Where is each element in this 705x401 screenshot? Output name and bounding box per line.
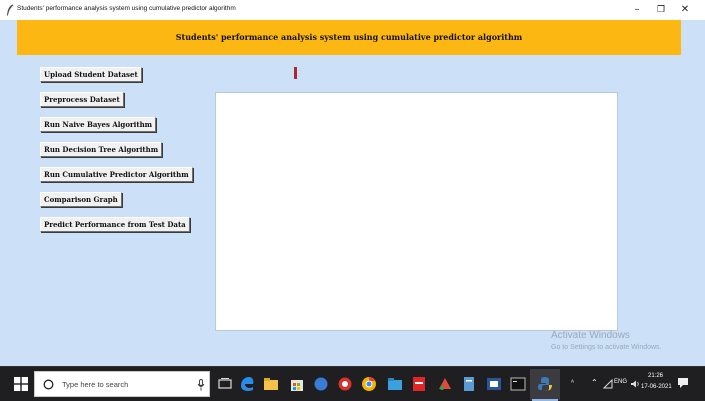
search-placeholder: Type here to search [62,380,129,389]
volume-icon[interactable] [630,379,640,389]
window-titlebar: Students' performance analysis system us… [0,0,705,20]
notification-icon[interactable] [677,377,689,389]
taskbar: Type here to search ᴬ ⌃ ENG 21:26 17-06-… [0,366,705,401]
app-icon-red[interactable] [336,375,354,393]
header-band: Students' performance analysis system us… [17,20,681,55]
activate-windows-title: Activate Windows [551,330,630,341]
output-text-area[interactable] [215,92,618,331]
language-indicator[interactable]: ENG [614,379,627,385]
app-icon-blue[interactable] [312,375,330,393]
run-decision-tree-button[interactable]: Run Decision Tree Algorithm [40,142,163,157]
word-icon[interactable] [485,375,503,393]
preprocess-dataset-button[interactable]: Preprocess Dataset [40,92,124,107]
upload-student-dataset-button[interactable]: Upload Student Dataset [40,67,142,82]
status-marker [294,67,297,79]
task-view-icon[interactable] [216,375,234,393]
app-window-content: Students' performance analysis system us… [0,20,705,366]
store-icon[interactable] [288,375,306,393]
clock-date[interactable]: 17-06-2021 [641,384,672,390]
tray-overflow-icon[interactable]: ⌃ [591,378,598,387]
predict-performance-button[interactable]: Predict Performance from Test Data [40,217,190,232]
network-icon[interactable] [603,379,613,389]
document-icon[interactable] [460,375,478,393]
comparison-graph-button[interactable]: Comparison Graph [40,192,122,207]
feather-icon [7,4,14,16]
people-icon[interactable]: ᴬ [571,379,574,386]
activate-windows-subtitle: Go to Settings to activate Windows. [551,344,662,351]
clock-time[interactable]: 21:26 [648,373,663,379]
folder-icon[interactable] [386,375,404,393]
window-title: Students' performance analysis system us… [17,5,236,12]
search-icon [43,379,54,390]
maximize-button[interactable]: ❐ [650,2,672,18]
command-prompt-icon[interactable] [509,375,527,393]
page-title: Students' performance analysis system us… [175,32,523,42]
close-button[interactable]: ✕ [674,2,696,18]
paint-icon[interactable] [436,375,454,393]
microphone-icon[interactable] [197,379,205,391]
run-cumulative-predictor-button[interactable]: Run Cumulative Predictor Algorithm [40,167,193,182]
run-naive-bayes-button[interactable]: Run Naive Bayes Algorithm [40,117,157,132]
edge-browser-icon[interactable] [238,375,256,393]
minimize-button[interactable]: – [626,2,648,18]
chrome-icon[interactable] [360,375,378,393]
taskbar-search-box[interactable]: Type here to search [34,371,210,397]
file-explorer-icon[interactable] [262,375,280,393]
windows-start-icon[interactable] [14,377,28,391]
pdf-icon[interactable] [410,375,428,393]
python-icon[interactable] [536,375,554,393]
